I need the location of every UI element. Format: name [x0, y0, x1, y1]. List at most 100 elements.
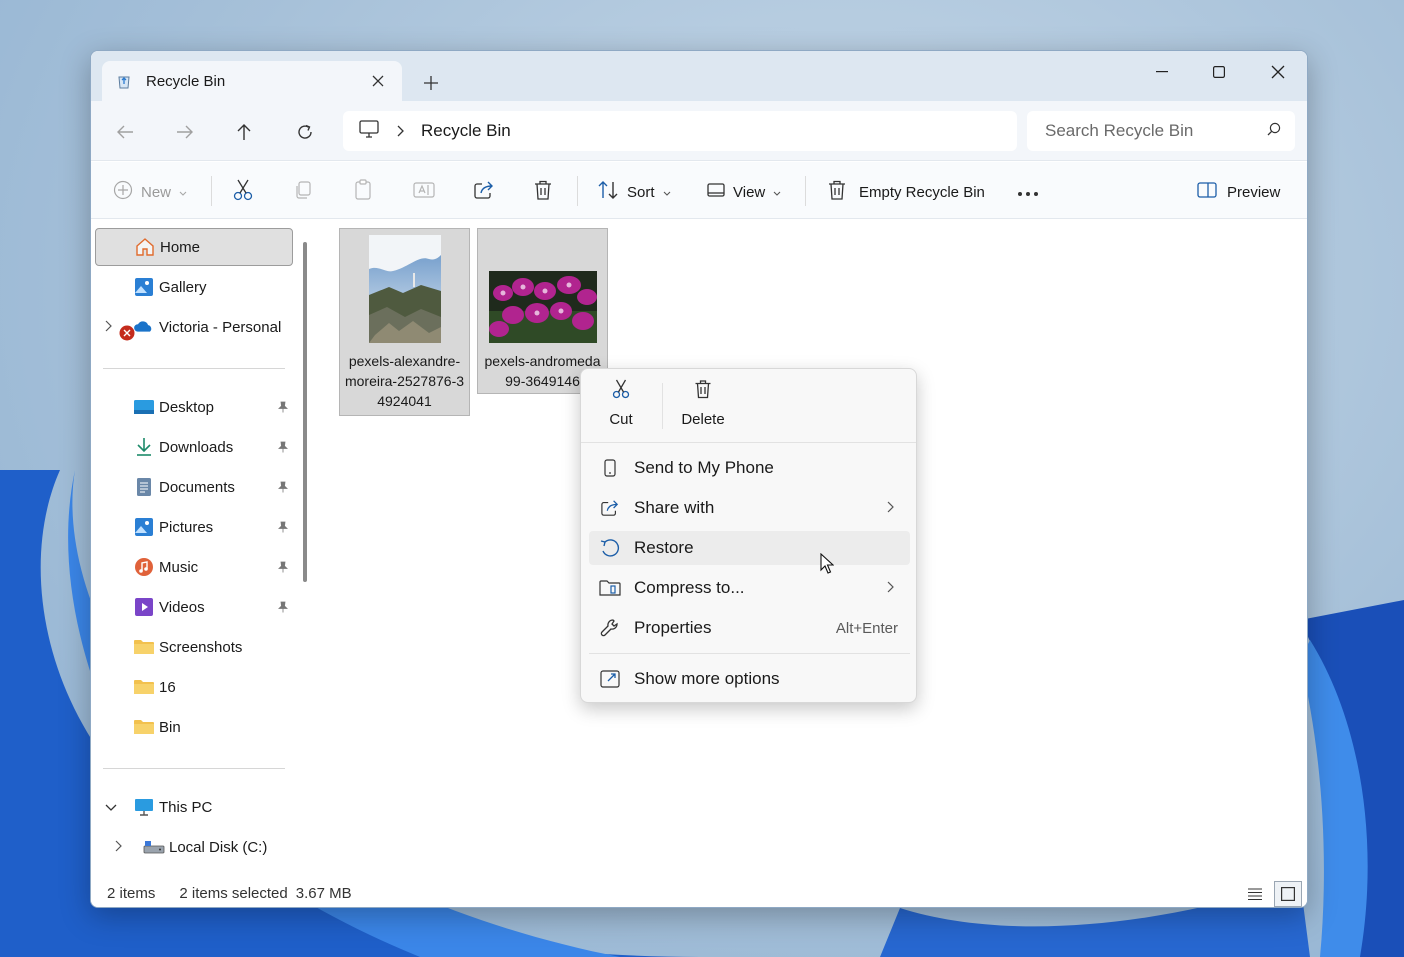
pin-icon[interactable] — [277, 560, 289, 577]
new-button[interactable]: New — [113, 176, 187, 208]
pin-icon[interactable] — [277, 480, 289, 497]
chevron-down-icon — [179, 184, 187, 201]
pin-icon[interactable] — [277, 440, 289, 457]
menu-divider — [589, 653, 910, 654]
search-box[interactable] — [1027, 111, 1295, 151]
ellipsis-icon — [1017, 184, 1039, 201]
wrench-icon — [599, 617, 621, 639]
share-button[interactable] — [473, 176, 495, 208]
sidebar-item-music[interactable]: Music — [95, 548, 293, 586]
document-icon — [133, 476, 155, 498]
share-icon — [473, 180, 495, 204]
sidebar-item-gallery[interactable]: Gallery — [95, 268, 293, 306]
sidebar-item-onedrive[interactable]: Victoria - Personal — [95, 308, 293, 346]
chevron-right-icon[interactable] — [105, 319, 113, 336]
chevron-right-icon[interactable] — [115, 839, 123, 856]
delete-menu-button[interactable]: Delete — [663, 379, 743, 435]
sidebar-scrollbar[interactable] — [303, 242, 307, 582]
close-window-icon[interactable] — [1249, 55, 1307, 89]
context-menu-quick-actions: Cut Delete — [581, 369, 916, 443]
sidebar-item-16[interactable]: 16 — [95, 668, 293, 706]
home-icon — [134, 236, 156, 258]
chevron-right-icon — [887, 498, 894, 518]
details-view-icon[interactable] — [1241, 881, 1269, 907]
desktop-folder-icon — [133, 396, 155, 418]
file-item[interactable]: pexels-alexandre-moreira-2527876-3492404… — [339, 228, 470, 416]
drive-icon — [143, 836, 165, 858]
pin-icon[interactable] — [277, 400, 289, 417]
sidebar-item-bin[interactable]: Bin — [95, 708, 293, 746]
zip-folder-icon — [599, 577, 621, 599]
computer-icon — [133, 796, 155, 818]
trash-icon — [533, 179, 553, 205]
download-arrow-icon — [133, 436, 155, 458]
videos-icon — [133, 596, 155, 618]
toolbar-divider — [211, 176, 212, 206]
properties-menu-item[interactable]: Properties Alt+Enter — [589, 611, 910, 645]
sidebar-item-local-disk[interactable]: Local Disk (C:) — [105, 828, 303, 866]
back-icon[interactable] — [109, 116, 141, 148]
restore-undo-icon — [599, 537, 621, 559]
sidebar-item-downloads[interactable]: Downloads — [95, 428, 293, 466]
minimize-icon[interactable] — [1133, 55, 1191, 89]
copy-button[interactable] — [293, 176, 313, 208]
refresh-icon[interactable] — [289, 116, 321, 148]
breadcrumb-recycle-bin[interactable]: Recycle Bin — [421, 121, 511, 141]
sort-button[interactable]: Sort — [597, 176, 671, 208]
folder-icon — [133, 716, 155, 738]
up-icon[interactable] — [228, 116, 260, 148]
folder-icon — [133, 676, 155, 698]
recycle-bin-icon — [116, 73, 132, 89]
more-options-button[interactable] — [1017, 176, 1039, 208]
error-badge-icon — [119, 325, 135, 345]
properties-shortcut: Alt+Enter — [835, 619, 898, 637]
maximize-icon[interactable] — [1190, 55, 1248, 89]
sidebar-item-videos[interactable]: Videos — [95, 588, 293, 626]
sidebar-item-home[interactable]: Home — [95, 228, 293, 266]
sidebar-item-documents[interactable]: Documents — [95, 468, 293, 506]
cut-button[interactable] — [233, 176, 253, 208]
clipboard-icon — [353, 179, 373, 205]
navigation-bar: Recycle Bin — [91, 101, 1307, 161]
search-input[interactable] — [1045, 121, 1267, 141]
show-more-options-menu-item[interactable]: Show more options — [589, 662, 910, 696]
restore-menu-item[interactable]: Restore — [589, 531, 910, 565]
sidebar-item-desktop[interactable]: Desktop — [95, 388, 293, 426]
paste-button[interactable] — [353, 176, 373, 208]
music-icon — [133, 556, 155, 578]
share-with-menu-item[interactable]: Share with — [589, 491, 910, 525]
close-tab-icon[interactable] — [366, 69, 390, 93]
share-icon — [599, 497, 621, 519]
pictures-icon — [133, 516, 155, 538]
tab-recycle-bin[interactable]: Recycle Bin — [102, 61, 402, 101]
large-icons-view-icon[interactable] — [1274, 881, 1302, 907]
title-bar: Recycle Bin — [91, 51, 1307, 101]
orchid-photo-thumbnail — [488, 271, 597, 343]
pin-icon[interactable] — [277, 520, 289, 537]
rename-button[interactable] — [413, 176, 435, 208]
sidebar-item-pictures[interactable]: Pictures — [95, 508, 293, 546]
trash-icon — [827, 179, 847, 205]
address-bar[interactable]: Recycle Bin — [343, 111, 1017, 151]
search-icon[interactable] — [1267, 122, 1281, 140]
sidebar-item-screenshots[interactable]: Screenshots — [95, 628, 293, 666]
preview-button[interactable]: Preview — [1197, 176, 1280, 208]
compress-to-menu-item[interactable]: Compress to... — [589, 571, 910, 605]
sidebar-item-this-pc[interactable]: This PC — [95, 788, 293, 826]
chevron-down-icon[interactable] — [105, 799, 117, 816]
empty-recycle-bin-button[interactable]: Empty Recycle Bin — [827, 176, 985, 208]
delete-button[interactable] — [533, 176, 553, 208]
landscape-photo-thumbnail — [368, 235, 441, 343]
send-to-phone-menu-item[interactable]: Send to My Phone — [589, 451, 910, 485]
folder-icon — [133, 636, 155, 658]
computer-icon — [359, 120, 379, 142]
new-tab-icon[interactable] — [417, 69, 445, 97]
cut-menu-button[interactable]: Cut — [581, 379, 661, 435]
onedrive-cloud-icon — [133, 316, 155, 338]
item-count: 2 items — [107, 884, 156, 902]
view-button[interactable]: View — [707, 176, 781, 208]
view-layout-icon — [707, 182, 725, 202]
forward-icon[interactable] — [169, 116, 201, 148]
pin-icon[interactable] — [277, 600, 289, 617]
sidebar-divider — [103, 768, 285, 769]
